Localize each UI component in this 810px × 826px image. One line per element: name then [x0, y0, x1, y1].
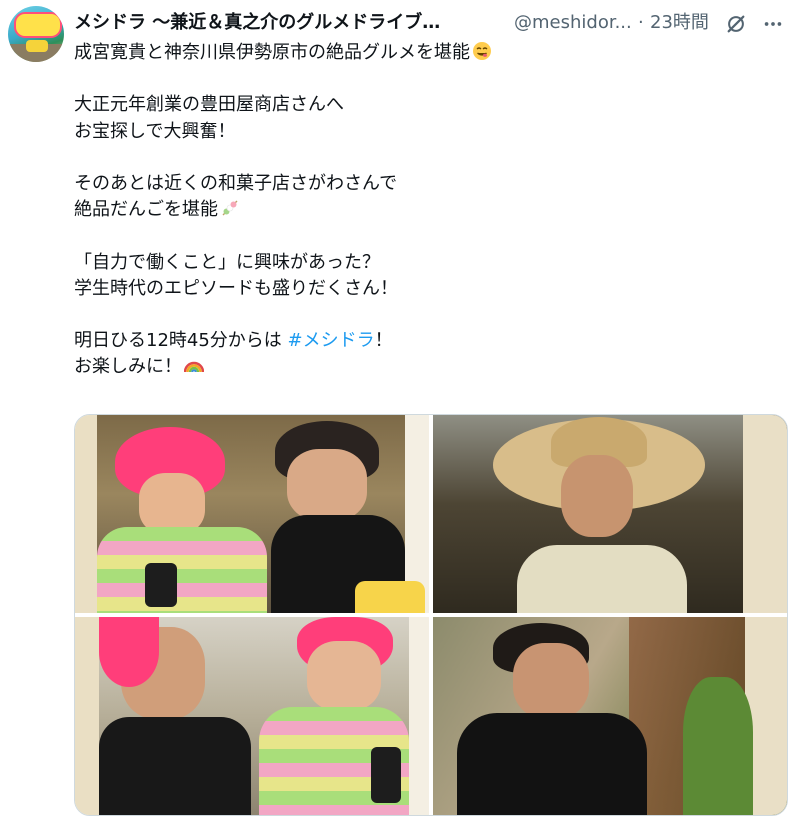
tweet-line-text: 絶品だんごを堪能 [74, 199, 218, 221]
face [287, 449, 367, 521]
photo-two-men[interactable] [75, 617, 429, 815]
tweet-line: 大正元年創業の豊田屋商店さんへ [74, 92, 794, 118]
frame-border [743, 415, 787, 613]
tweet-line: お楽しみに！ [74, 354, 794, 380]
dango-emoji-icon [222, 200, 238, 216]
tweet-line: 成宮寛貴と神奈川県伊勢原市の絶品グルメを堪能 [74, 40, 794, 66]
tweet-line [74, 145, 794, 171]
tweet-line-text: 大正元年創業の豊田屋商店さんへ [74, 94, 344, 116]
black-tshirt [457, 713, 647, 815]
face [513, 643, 589, 719]
frame-border [75, 415, 97, 613]
tweet-line-text: ！ [374, 330, 393, 352]
tweet-line-text: そのあとは近くの和菓子店さがわさんで [74, 172, 398, 194]
tweet-line-text: 「自力で働くこと」に興味があった？ [74, 251, 380, 273]
rainbow-emoji-icon [184, 362, 204, 373]
tweet-line-text: 成宮寛貴と神奈川県伊勢原市の絶品グルメを堪能 [74, 42, 470, 63]
black-tshirt [99, 717, 251, 815]
tweet-line-text: お宝探しで大興奮！ [74, 120, 236, 142]
striped-sweater [97, 527, 267, 613]
timestamp[interactable]: 23時間 [650, 8, 709, 38]
avatar-logo [14, 12, 62, 38]
avatar[interactable] [8, 6, 64, 62]
pink-hair [99, 617, 159, 687]
tweet-line: 「自力で働くこと」に興味があった？ [74, 250, 794, 276]
tweet-line-text: お楽しみに！ [74, 356, 182, 378]
tweet-line [74, 223, 794, 249]
avatar-car [26, 40, 48, 52]
green-plants [683, 677, 753, 815]
tweet-line [74, 302, 794, 328]
tweet-header: メシドラ ～兼近＆真之介のグルメドライブ… @meshidor... · 23時… [74, 8, 802, 38]
account-name[interactable]: メシドラ ～兼近＆真之介のグルメドライブ… [74, 8, 494, 38]
media-grid [74, 414, 788, 816]
grok-icon[interactable] [725, 13, 747, 35]
photo-seated-man[interactable] [433, 617, 787, 815]
tweet-line-text: 学生時代のエピソードも盛りだくさん！ [74, 277, 398, 299]
frame-border [409, 617, 429, 815]
tweet-line [74, 66, 794, 92]
yum-emoji-icon [473, 42, 491, 60]
tweet-line: お宝探しで大興奮！ [74, 119, 794, 145]
face [561, 455, 633, 537]
face [307, 641, 381, 711]
tweet-line: そのあとは近くの和菓子店さがわさんで [74, 171, 794, 197]
tweet-line: 絶品だんごを堪能 [74, 197, 794, 223]
face [139, 473, 205, 535]
hashtag-link[interactable]: #メシドラ [288, 330, 375, 351]
separator-dot: · [638, 12, 644, 33]
tweet-line-text: 明日ひる12時45分からは [74, 330, 288, 352]
yellow-car [355, 581, 425, 613]
frame-border [75, 617, 99, 815]
more-icon[interactable] [762, 13, 784, 35]
tweet-text: 成宮寛貴と神奈川県伊勢原市の絶品グルメを堪能 大正元年創業の豊田屋商店さんへ お… [74, 40, 794, 380]
account-handle[interactable]: @meshidor... [514, 8, 632, 38]
camera [371, 747, 401, 803]
tweet-line: 明日ひる12時45分からは #メシドラ！ [74, 328, 794, 354]
camera [145, 563, 177, 607]
photo-straw-hat[interactable] [433, 415, 787, 613]
photo-shop-scene[interactable] [75, 415, 429, 613]
tweet-line: 学生時代のエピソードも盛りだくさん！ [74, 276, 794, 302]
floral-shirt [517, 545, 687, 613]
